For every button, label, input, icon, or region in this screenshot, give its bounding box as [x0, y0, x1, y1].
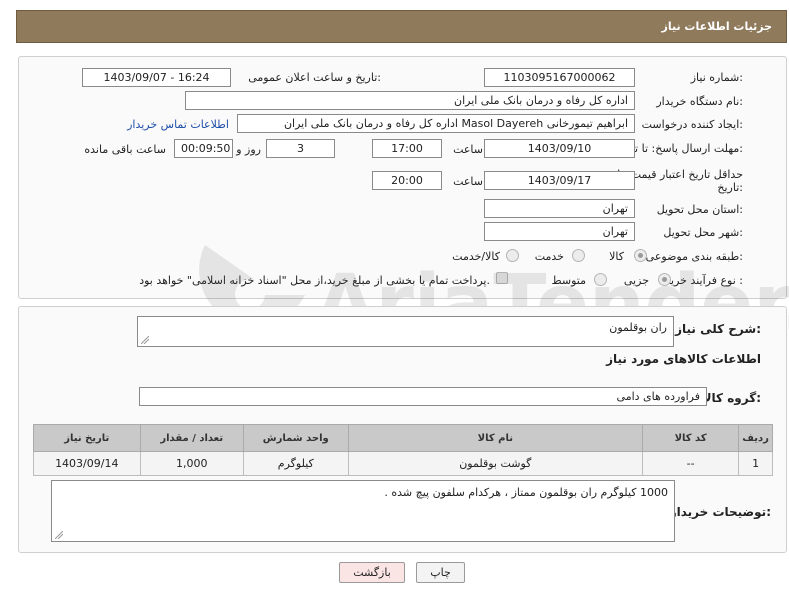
goods-table-header: ردیف کد کالا نام کالا واحد شمارش تعداد /…: [33, 424, 773, 452]
goods-group-field: فراورده های دامی: [139, 387, 707, 406]
buyer-contact-link[interactable]: اطلاعات تماس خریدار: [127, 118, 229, 131]
remaining-time-label: ساعت باقی مانده: [84, 143, 166, 156]
cell-goods-name: گوشت بوقلمون: [347, 451, 644, 476]
province-label: استان محل تحویل:: [656, 203, 743, 216]
print-button[interactable]: چاپ: [416, 562, 465, 583]
category-radio-goods-service[interactable]: [506, 249, 519, 262]
summary-text: ران بوقلمون: [609, 321, 667, 334]
treasury-payment-note: پرداخت تمام یا بخشی از مبلغ خرید،از محل …: [139, 274, 490, 287]
send-deadline-date-field: 1403/09/10: [484, 139, 635, 158]
send-deadline-time-label: ساعت: [453, 143, 483, 156]
summary-field: ران بوقلمون: [137, 316, 674, 347]
days-and-label: روز و: [236, 143, 261, 156]
send-deadline-time-field: 17:00: [372, 139, 442, 158]
price-validity-time-label: ساعت: [453, 175, 483, 188]
buyer-notes-label: توضیحات خریدار:: [669, 505, 771, 519]
goods-group-label: گروه کالا:: [702, 391, 761, 405]
cell-row-number: 1: [738, 451, 773, 476]
need-number-label: شماره نیاز:: [690, 71, 743, 84]
need-number-field: 1103095167000062: [484, 68, 635, 87]
creator-label: ایجاد کننده درخواست:: [641, 118, 743, 131]
days-remaining-field: 3: [266, 139, 335, 158]
buyer-notes-text: 1000 کیلوگرم ران بوقلمون ممتاز ، هرکدام …: [384, 486, 668, 499]
process-type-label: نوع فرآیند خرید :: [665, 274, 743, 287]
province-field: تهران: [484, 199, 635, 218]
col-quantity: تعداد / مقدار: [139, 424, 244, 452]
col-goods-code: کد کالا: [642, 424, 740, 452]
col-unit: واحد شمارش: [242, 424, 349, 452]
category-label: طبقه بندی موضوعی:: [645, 250, 743, 263]
process-radio-minor[interactable]: [658, 273, 671, 286]
buyer-org-label: نام دستگاه خریدار:: [656, 95, 743, 108]
back-button[interactable]: بازگشت: [339, 562, 405, 583]
category-option-goods-service-label: کالا/خدمت: [452, 250, 500, 263]
cell-unit: کیلوگرم: [242, 451, 349, 476]
col-need-date: تاریخ نیاز: [33, 424, 141, 452]
price-validity-time-field: 20:00: [372, 171, 442, 190]
category-radio-goods[interactable]: [634, 249, 647, 262]
resize-grip-icon[interactable]: [55, 531, 63, 539]
announce-datetime-label: تاریخ و ساعت اعلان عمومی:: [248, 71, 381, 84]
buyer-org-field: اداره کل رفاه و درمان بانک ملی ایران: [185, 91, 635, 110]
category-radio-service[interactable]: [572, 249, 585, 262]
goods-info-title: اطلاعات کالاهای مورد نیاز: [606, 352, 761, 366]
resize-grip-icon[interactable]: [141, 336, 149, 344]
page-title: جزئیات اطلاعات نیاز: [661, 20, 773, 33]
creator-field: ابراهیم تیمورخانی Masol Dayereh اداره کل…: [237, 114, 635, 133]
process-option-minor-label: جزیی: [623, 274, 649, 287]
send-deadline-label-text: مهلت ارسال پاسخ: تا تاریخ:: [616, 142, 743, 155]
summary-label: شرح کلی نیاز:: [675, 322, 761, 336]
process-option-medium-label: متوسط: [551, 274, 586, 287]
city-label: شهر محل تحویل:: [663, 226, 743, 239]
col-row-number: ردیف: [738, 424, 773, 452]
announce-datetime-field: 1403/09/07 - 16:24: [82, 68, 231, 87]
buyer-notes-field: 1000 کیلوگرم ران بوقلمون ممتاز ، هرکدام …: [51, 480, 675, 542]
cell-need-date: 1403/09/14: [33, 451, 141, 476]
process-radio-medium[interactable]: [594, 273, 607, 286]
col-goods-name: نام کالا: [347, 424, 644, 452]
price-validity-label-text: حداقل تاریخ اعتبار قیمت: تا تاریخ:: [617, 168, 743, 194]
price-validity-date-field: 1403/09/17: [484, 171, 635, 190]
remaining-time-field: 00:09:50: [174, 139, 233, 158]
city-field: تهران: [484, 222, 635, 241]
cell-goods-code: --: [642, 451, 740, 476]
category-option-goods-label: کالا: [609, 250, 624, 263]
goods-table: ردیف کد کالا نام کالا واحد شمارش تعداد /…: [33, 424, 773, 476]
cell-quantity: 1,000: [139, 451, 244, 476]
category-option-service-label: خدمت: [534, 250, 564, 263]
page-header: جزئیات اطلاعات نیاز: [16, 10, 787, 43]
table-row: 1 -- گوشت بوقلمون کیلوگرم 1,000 1403/09/…: [33, 451, 773, 476]
treasury-payment-checkbox[interactable]: [496, 272, 508, 284]
